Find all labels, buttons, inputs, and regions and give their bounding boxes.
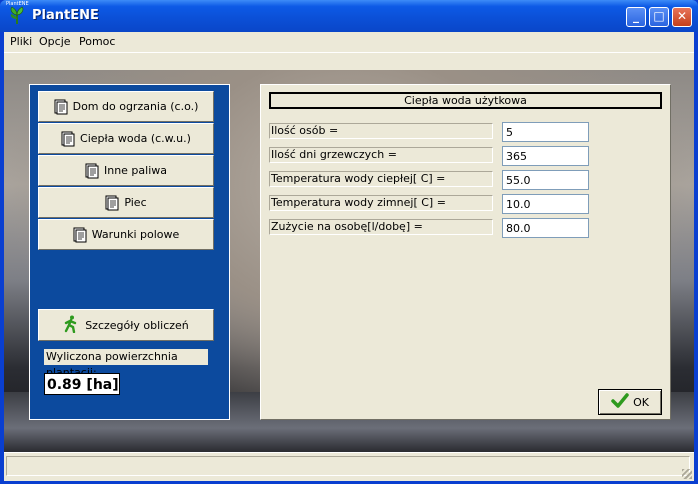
- form-panel: Ciepła woda użytkowa Ilość osób = Ilość …: [260, 84, 671, 420]
- checkmark-icon: [611, 392, 629, 412]
- window-title: PlantENE: [32, 8, 99, 23]
- details-button[interactable]: Szczegóły obliczeń: [38, 309, 214, 341]
- menu-opcje[interactable]: Opcje: [39, 35, 71, 48]
- details-button-label: Szczegóły obliczeń: [85, 318, 189, 332]
- menu-pomoc[interactable]: Pomoc: [79, 35, 115, 48]
- close-icon: ✕: [676, 9, 688, 23]
- app-icon-caption: PlantENE: [6, 1, 29, 7]
- minimize-icon: _: [633, 9, 639, 23]
- navigation-panel: Dom do ogrzania (c.o.) Ciepła woda (c.w.…: [29, 84, 230, 420]
- label-temp-ciepla: Temperatura wody ciepłej[ C] =: [269, 171, 493, 187]
- area-value: 0.89 [ha]: [44, 373, 120, 395]
- app-logo-icon: PlantENE: [6, 1, 29, 26]
- input-temp-ciepla[interactable]: [502, 170, 589, 190]
- client-area: Pliki Opcje Pomoc Dom do ogrzania (c.o.)…: [4, 32, 694, 481]
- resize-grip-icon[interactable]: [682, 469, 692, 479]
- document-icon: [85, 163, 99, 179]
- document-icon: [61, 131, 75, 147]
- running-man-icon: [63, 315, 79, 336]
- nav-button-label: Ciepła woda (c.w.u.): [80, 132, 191, 145]
- input-ilosc-osob[interactable]: [502, 122, 589, 142]
- nav-button-piec[interactable]: Piec: [38, 187, 214, 218]
- nav-button-inne-paliwa[interactable]: Inne paliwa: [38, 155, 214, 186]
- input-temp-zimna[interactable]: [502, 194, 589, 214]
- document-icon: [73, 227, 87, 243]
- area-label: Wyliczona powierzchnia plantacji:: [44, 349, 208, 379]
- menu-bar: Pliki Opcje Pomoc: [4, 32, 694, 52]
- label-dni-grzewczych: Ilość dni grzewczych =: [269, 147, 493, 163]
- form-title: Ciepła woda użytkowa: [269, 92, 662, 109]
- document-icon: [105, 195, 119, 211]
- title-bar[interactable]: PlantENE PlantENE _ □ ✕: [0, 0, 698, 32]
- app-window: PlantENE PlantENE _ □ ✕ Pliki Opcje Pomo…: [0, 0, 698, 484]
- nav-button-label: Inne paliwa: [103, 164, 168, 177]
- menu-pliki[interactable]: Pliki: [10, 35, 32, 48]
- label-zuzycie: Zużycie na osobę[l/dobę] =: [269, 219, 493, 235]
- input-dni-grzewczych[interactable]: [502, 146, 589, 166]
- document-icon: [54, 99, 68, 115]
- close-button[interactable]: ✕: [672, 7, 692, 27]
- nav-button-ciepla-woda[interactable]: Ciepła woda (c.w.u.): [38, 123, 214, 154]
- nav-button-label: Warunki polowe: [91, 228, 180, 241]
- label-ilosc-osob: Ilość osób =: [269, 123, 493, 139]
- status-field: [6, 456, 690, 476]
- maximize-icon: □: [653, 9, 665, 23]
- input-zuzycie[interactable]: [502, 218, 589, 238]
- nav-button-label: Dom do ogrzania (c.o.): [72, 100, 199, 113]
- minimize-button[interactable]: _: [626, 7, 646, 27]
- ok-button[interactable]: OK: [598, 389, 662, 415]
- nav-button-label: Piec: [124, 196, 147, 209]
- maximize-button[interactable]: □: [649, 7, 669, 27]
- toolbar-strip: [4, 52, 694, 72]
- nav-button-warunki-polowe[interactable]: Warunki polowe: [38, 219, 214, 250]
- label-temp-zimna: Temperatura wody zimnej[ C] =: [269, 195, 493, 211]
- ok-button-label: OK: [633, 395, 649, 409]
- nav-button-dom[interactable]: Dom do ogrzania (c.o.): [38, 91, 214, 122]
- status-bar: [4, 452, 694, 481]
